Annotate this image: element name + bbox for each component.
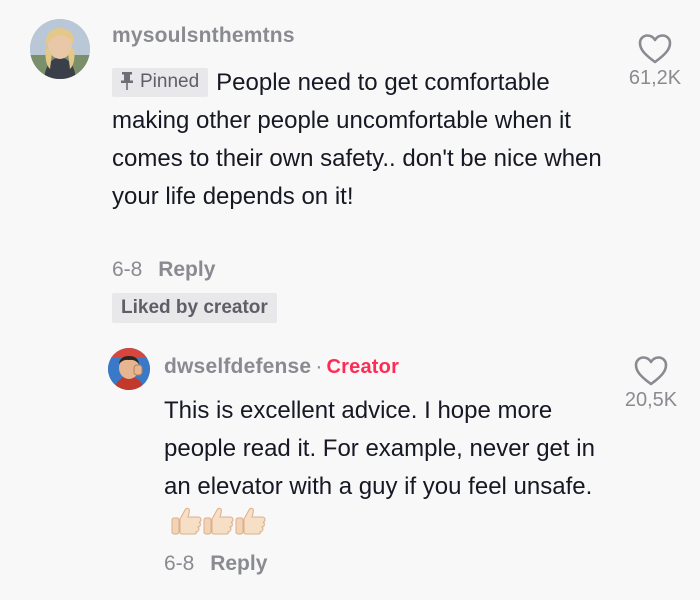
reply-button[interactable]: Reply xyxy=(210,552,267,575)
reply-meta: 6-8 Reply xyxy=(164,552,267,576)
like-button[interactable]: 61,2K xyxy=(610,34,700,90)
reply-button[interactable]: Reply xyxy=(158,258,215,281)
comment-date: 6-8 xyxy=(112,258,143,281)
pinned-label: Pinned xyxy=(140,71,200,92)
avatar-image xyxy=(108,348,150,390)
thumbs-up-emojis xyxy=(170,506,266,548)
reply-username-row: dwselfdefense · Creator xyxy=(164,355,399,379)
reply-username[interactable]: dwselfdefense xyxy=(164,355,311,378)
heart-outline-icon[interactable] xyxy=(638,34,672,64)
reply-body: This is excellent advice. I hope more pe… xyxy=(164,392,604,548)
like-count: 20,5K xyxy=(624,389,678,411)
like-button[interactable]: 20,5K xyxy=(606,356,696,412)
reply-text: This is excellent advice. I hope more pe… xyxy=(164,397,595,500)
pin-icon xyxy=(121,72,133,90)
comment-username[interactable]: mysoulsnthemtns xyxy=(112,24,295,48)
avatar[interactable] xyxy=(30,19,90,79)
comment-body: Pinned People need to get comfortable ma… xyxy=(112,64,612,216)
avatar-image xyxy=(30,19,90,79)
pinned-badge: Pinned xyxy=(112,68,209,97)
creator-badge: Creator xyxy=(326,356,400,378)
thumbs-up-icon xyxy=(171,507,202,535)
like-count: 61,2K xyxy=(628,67,682,89)
comment-meta: 6-8 Reply xyxy=(112,258,215,282)
liked-by-creator-badge: Liked by creator xyxy=(112,293,277,323)
thumbs-up-icon xyxy=(235,507,266,535)
reply-date: 6-8 xyxy=(164,552,195,575)
separator-dot: · xyxy=(315,355,323,378)
heart-outline-icon[interactable] xyxy=(634,356,668,386)
thumbs-up-icon xyxy=(203,507,234,535)
reply-avatar[interactable] xyxy=(108,348,150,390)
